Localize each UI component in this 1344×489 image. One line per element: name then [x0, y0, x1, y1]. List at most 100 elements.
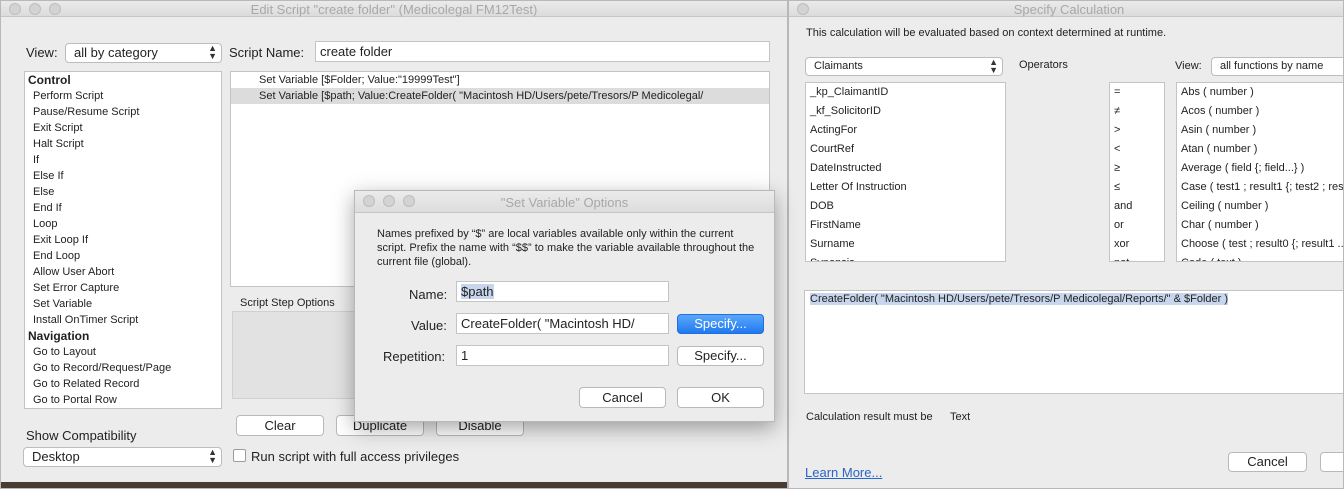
calc-ok-button[interactable] — [1320, 452, 1343, 472]
window-title: Edit Script "create folder" (Medicolegal… — [250, 2, 538, 17]
value-input[interactable]: CreateFolder( "Macintosh HD/ — [456, 313, 669, 334]
view-popup-value: all by category — [74, 45, 158, 60]
script-step-item[interactable]: If — [25, 152, 221, 168]
script-step-row-selected[interactable]: Set Variable [$path; Value:CreateFolder(… — [231, 88, 769, 104]
comparison-operator-item[interactable]: ≤ — [1110, 178, 1164, 197]
ok-button[interactable]: OK — [677, 387, 764, 408]
formula-editor[interactable]: CreateFolder( "Macintosh HD/Users/pete/T… — [804, 290, 1343, 394]
cancel-button[interactable]: Cancel — [579, 387, 666, 408]
result-type-value[interactable]: Text — [950, 411, 970, 423]
script-name-input[interactable]: create folder — [315, 41, 770, 62]
learn-more-link[interactable]: Learn More... — [805, 465, 882, 480]
background-strip — [1, 482, 787, 488]
script-step-item[interactable]: Go to Layout — [25, 344, 221, 360]
formula-text: CreateFolder( "Macintosh HD/Users/pete/T… — [810, 293, 1229, 305]
script-step-item[interactable]: End Loop — [25, 248, 221, 264]
comparison-operator-item[interactable]: not — [1110, 254, 1164, 261]
script-step-item[interactable]: Else If — [25, 168, 221, 184]
function-list-item[interactable]: Choose ( test ; result0 {; result1 ...} … — [1177, 235, 1343, 254]
script-step-item[interactable]: Perform Script — [25, 88, 221, 104]
script-step-item[interactable]: Go to Record/Request/Page — [25, 360, 221, 376]
script-step-item[interactable]: Install OnTimer Script — [25, 312, 221, 328]
comparison-operator-item[interactable]: = — [1110, 83, 1164, 102]
chevron-updown-icon: ▲ ▼ — [989, 57, 998, 75]
field-list-item[interactable]: CourtRef — [806, 140, 1005, 159]
function-view-popup[interactable]: all functions by name — [1211, 57, 1343, 76]
field-list-item[interactable]: _kp_ClaimantID — [806, 83, 1005, 102]
script-step-item[interactable]: Go to Portal Row — [25, 392, 221, 408]
script-step-item[interactable]: Pause/Resume Script — [25, 104, 221, 120]
script-step-item[interactable]: Set Error Capture — [25, 280, 221, 296]
comparison-operator-item[interactable]: or — [1110, 216, 1164, 235]
script-step-item[interactable]: Set Variable — [25, 296, 221, 312]
clear-button[interactable]: Clear — [236, 415, 324, 436]
comparison-operators-list[interactable]: =≠><≥≤andorxornot — [1109, 82, 1165, 262]
function-list-item[interactable]: Atan ( number ) — [1177, 140, 1343, 159]
repetition-input[interactable]: 1 — [456, 345, 669, 366]
table-popup-value: Claimants — [814, 60, 863, 72]
name-label: Name: — [409, 287, 448, 302]
script-step-item[interactable]: Allow User Abort — [25, 264, 221, 280]
function-list-item[interactable]: Average ( field {; field...} ) — [1177, 159, 1343, 178]
function-list-item[interactable]: Asin ( number ) — [1177, 121, 1343, 140]
script-name-label: Script Name: — [229, 45, 305, 60]
field-list-item[interactable]: Letter Of Instruction — [806, 178, 1005, 197]
show-compatibility-value: Desktop — [32, 449, 80, 464]
field-list-item[interactable]: _kf_SolicitorID — [806, 102, 1005, 121]
fields-list[interactable]: _kp_ClaimantID _kf_SolicitorID ActingFor Co… — [805, 82, 1006, 262]
field-list-item[interactable]: DOB — [806, 197, 1005, 216]
function-view-label: View: — [1175, 60, 1202, 72]
script-step-item[interactable]: Halt Script — [25, 136, 221, 152]
repetition-label: Repetition: — [383, 349, 446, 364]
full-access-label: Run script with full access privileges — [251, 449, 460, 464]
specify-calc-titlebar: Specify Calculation — [789, 1, 1343, 17]
field-list-item[interactable]: ActingFor — [806, 121, 1005, 140]
field-list-item[interactable]: FirstName — [806, 216, 1005, 235]
name-input-value: $path — [461, 284, 494, 299]
chevron-updown-icon: ▲ ▼ — [208, 43, 217, 61]
comparison-operator-item[interactable]: ≠ — [1110, 102, 1164, 121]
table-popup[interactable]: Claimants ▲ ▼ — [805, 57, 1003, 76]
script-step-row[interactable]: Set Variable [$Folder; Value:"19999Test"… — [231, 72, 769, 88]
function-list-item[interactable]: Char ( number ) — [1177, 216, 1343, 235]
script-step-options-panel — [232, 311, 362, 399]
function-list-item[interactable]: Case ( test1 ; result1 {; test2 ; result… — [1177, 178, 1343, 197]
script-step-item[interactable]: Else — [25, 184, 221, 200]
comparison-operator-item[interactable]: xor — [1110, 235, 1164, 254]
result-type-label: Calculation result must be — [806, 411, 933, 423]
view-popup[interactable]: all by category ▲ ▼ — [65, 43, 222, 63]
script-step-item[interactable]: Go to Related Record — [25, 376, 221, 392]
comparison-operator-item[interactable]: ≥ — [1110, 159, 1164, 178]
close-button[interactable] — [797, 3, 809, 15]
comparison-operator-item[interactable]: and — [1110, 197, 1164, 216]
dialog-title: "Set Variable" Options — [500, 195, 629, 210]
full-access-checkbox[interactable] — [233, 449, 246, 462]
show-compatibility-label: Show Compatibility — [26, 428, 137, 443]
field-list-item[interactable]: Synopsis — [806, 254, 1005, 261]
script-step-item[interactable]: End If — [25, 200, 221, 216]
name-input[interactable]: $path — [456, 281, 669, 302]
show-compatibility-popup[interactable]: Desktop ▲ ▼ — [23, 447, 222, 467]
set-variable-dialog: "Set Variable" Options Names prefixed by… — [354, 190, 775, 422]
calc-cancel-button[interactable]: Cancel — [1228, 452, 1307, 472]
field-list-item[interactable]: DateInstructed — [806, 159, 1005, 178]
script-step-item[interactable]: Exit Script — [25, 120, 221, 136]
value-specify-button[interactable]: Specify... — [677, 314, 764, 334]
function-list-item[interactable]: Abs ( number ) — [1177, 83, 1343, 102]
script-step-item[interactable]: Exit Loop If — [25, 232, 221, 248]
field-list-item[interactable]: Surname — [806, 235, 1005, 254]
view-label: View: — [26, 45, 58, 60]
script-step-options-label: Script Step Options — [240, 297, 335, 309]
function-list-item[interactable]: Acos ( number ) — [1177, 102, 1343, 121]
script-step-item[interactable]: Loop — [25, 216, 221, 232]
repetition-specify-button[interactable]: Specify... — [677, 346, 764, 366]
context-text: This calculation will be evaluated based… — [806, 27, 1167, 39]
window-title: Specify Calculation — [1013, 2, 1125, 17]
specify-calculation-window: Specify Calculation This calculation wil… — [788, 0, 1344, 489]
function-list-item[interactable]: Code ( text ) — [1177, 254, 1343, 261]
functions-list[interactable]: Abs ( number ) Acos ( number ) Asin ( numb… — [1176, 82, 1343, 262]
function-list-item[interactable]: Ceiling ( number ) — [1177, 197, 1343, 216]
comparison-operator-item[interactable]: < — [1110, 140, 1164, 159]
comparison-operator-item[interactable]: > — [1110, 121, 1164, 140]
script-steps-list[interactable]: Control Perform Script Pause/Resume Script… — [24, 71, 222, 409]
